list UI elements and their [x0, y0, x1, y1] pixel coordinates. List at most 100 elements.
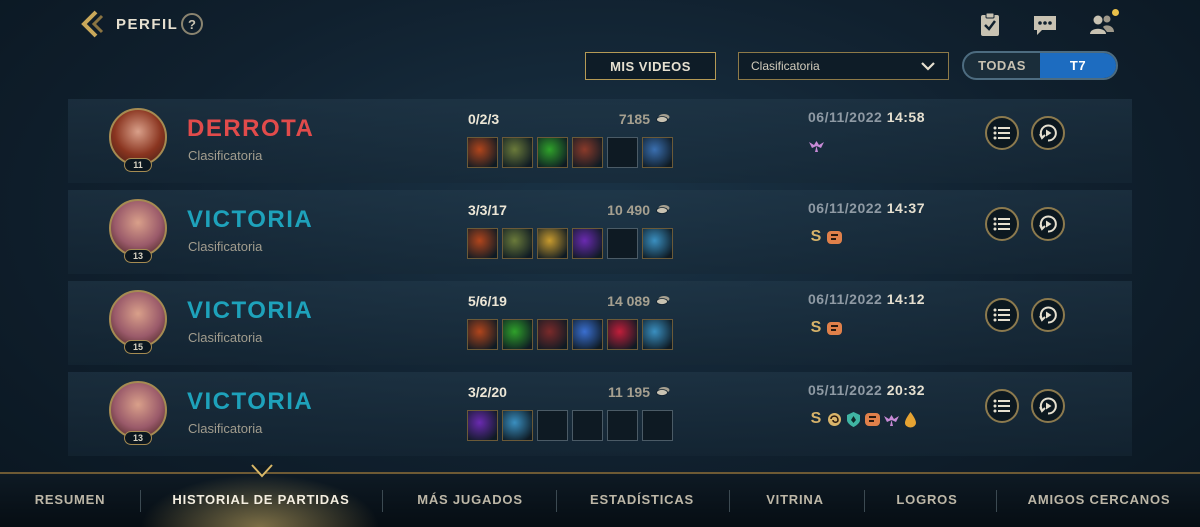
queue-type: Clasificatoria: [188, 148, 263, 163]
tab-achievements[interactable]: LOGROS: [872, 492, 982, 507]
match-details-button[interactable]: [985, 389, 1019, 423]
match-time: 14:37: [886, 200, 925, 216]
list-icon: [993, 126, 1010, 140]
item-icon[interactable]: [537, 137, 568, 168]
s-rank-badge: S: [810, 319, 822, 336]
help-icon[interactable]: ?: [181, 13, 203, 35]
tab-nearby-friends[interactable]: AMIGOS CERCANOS: [1010, 492, 1188, 507]
season-filter[interactable]: TODAS T7: [962, 51, 1118, 80]
queue-select-value: Clasificatoria: [751, 59, 820, 73]
match-date: 06/11/2022: [808, 200, 883, 216]
empty-item-slot: [607, 410, 638, 441]
empty-item-slot: [642, 410, 673, 441]
match-time: 14:58: [886, 109, 925, 125]
match-details-button[interactable]: [985, 207, 1019, 241]
match-time: 20:32: [886, 382, 925, 398]
item-icon[interactable]: [502, 228, 533, 259]
active-tab-indicator-icon: [251, 464, 273, 478]
tab-match-history[interactable]: HISTORIAL DE PARTIDAS: [150, 492, 372, 507]
tab-showcase[interactable]: VITRINA: [740, 492, 850, 507]
match-row[interactable]: 13 VICTORIA Clasificatoria 3/2/20 11 195…: [68, 372, 1132, 456]
scroll-badge-icon: [827, 321, 842, 335]
page-title: PERFIL: [116, 15, 179, 33]
replay-button[interactable]: [1031, 298, 1065, 332]
my-videos-button[interactable]: MIS VIDEOS: [585, 52, 716, 80]
replay-icon: [1039, 215, 1057, 233]
item-icon[interactable]: [537, 319, 568, 350]
champion-avatar[interactable]: 13: [109, 199, 167, 263]
item-icon[interactable]: [502, 319, 533, 350]
match-row[interactable]: 11 DERROTA Clasificatoria 0/2/3 7185 06/…: [68, 99, 1132, 183]
tab-divider: [382, 490, 383, 512]
item-icon[interactable]: [642, 137, 673, 168]
item-icon[interactable]: [467, 228, 498, 259]
list-icon: [993, 217, 1010, 231]
match-row[interactable]: 15 VICTORIA Clasificatoria 5/6/19 14 089…: [68, 281, 1132, 365]
notification-dot: [1112, 9, 1119, 16]
gold-value: 7185: [618, 111, 650, 127]
kda: 5/6/19: [468, 293, 507, 309]
filter-all[interactable]: TODAS: [964, 53, 1040, 78]
champion-avatar[interactable]: 11: [109, 108, 167, 172]
friends-icon[interactable]: [1089, 12, 1115, 38]
match-result: VICTORIA: [187, 388, 314, 415]
replay-icon: [1039, 397, 1057, 415]
tab-most-played[interactable]: MÁS JUGADOS: [390, 492, 550, 507]
chevron-down-icon: [921, 62, 935, 71]
item-build: [467, 319, 673, 350]
item-icon[interactable]: [502, 410, 533, 441]
kda: 3/3/17: [468, 202, 507, 218]
item-icon[interactable]: [642, 228, 673, 259]
match-row[interactable]: 13 VICTORIA Clasificatoria 3/3/17 10 490…: [68, 190, 1132, 274]
empty-item-slot: [607, 137, 638, 168]
champion-avatar[interactable]: 15: [109, 290, 167, 354]
item-icon[interactable]: [572, 228, 603, 259]
kda: 0/2/3: [468, 111, 500, 127]
empty-item-slot: [607, 228, 638, 259]
wings-badge-icon: [809, 141, 824, 152]
champion-avatar[interactable]: 13: [109, 381, 167, 445]
gold-coins-icon: [656, 296, 670, 305]
empty-item-slot: [572, 410, 603, 441]
kda: 3/2/20: [468, 384, 507, 400]
item-icon[interactable]: [502, 137, 533, 168]
back-button[interactable]: PERFIL: [80, 10, 178, 38]
queue-type: Clasificatoria: [188, 239, 263, 254]
item-icon[interactable]: [642, 319, 673, 350]
match-badges: S: [808, 410, 919, 428]
champion-level-badge: 13: [124, 431, 152, 445]
item-icon[interactable]: [537, 228, 568, 259]
item-icon[interactable]: [607, 319, 638, 350]
gold-value: 14 089: [607, 293, 650, 309]
clipboard-check-icon[interactable]: [977, 12, 1003, 38]
queue-type: Clasificatoria: [188, 330, 263, 345]
tab-divider: [996, 490, 997, 512]
item-icon[interactable]: [467, 319, 498, 350]
replay-icon: [1039, 124, 1057, 142]
item-icon[interactable]: [467, 137, 498, 168]
tab-statistics[interactable]: ESTADÍSTICAS: [566, 492, 718, 507]
tab-divider: [729, 490, 730, 512]
item-icon[interactable]: [572, 137, 603, 168]
tab-resumen[interactable]: RESUMEN: [14, 492, 126, 507]
bottom-nav: RESUMEN HISTORIAL DE PARTIDAS MÁS JUGADO…: [0, 472, 1200, 527]
match-result: VICTORIA: [187, 206, 314, 233]
item-icon[interactable]: [467, 410, 498, 441]
champion-level-badge: 13: [124, 249, 152, 263]
item-build: [467, 228, 673, 259]
replay-button[interactable]: [1031, 207, 1065, 241]
gold-coins-icon: [656, 387, 670, 396]
match-details-button[interactable]: [985, 298, 1019, 332]
replay-button[interactable]: [1031, 116, 1065, 150]
match-datetime: 06/11/2022 14:12: [808, 291, 925, 307]
chat-icon[interactable]: [1032, 12, 1058, 38]
queue-select[interactable]: Clasificatoria: [738, 52, 949, 80]
champion-level-badge: 11: [124, 158, 152, 172]
s-rank-badge: S: [810, 228, 822, 245]
match-details-button[interactable]: [985, 116, 1019, 150]
item-icon[interactable]: [572, 319, 603, 350]
filter-t7[interactable]: T7: [1040, 53, 1116, 78]
match-result: DERROTA: [187, 115, 315, 142]
replay-button[interactable]: [1031, 389, 1065, 423]
scroll-badge-icon: [827, 230, 842, 244]
